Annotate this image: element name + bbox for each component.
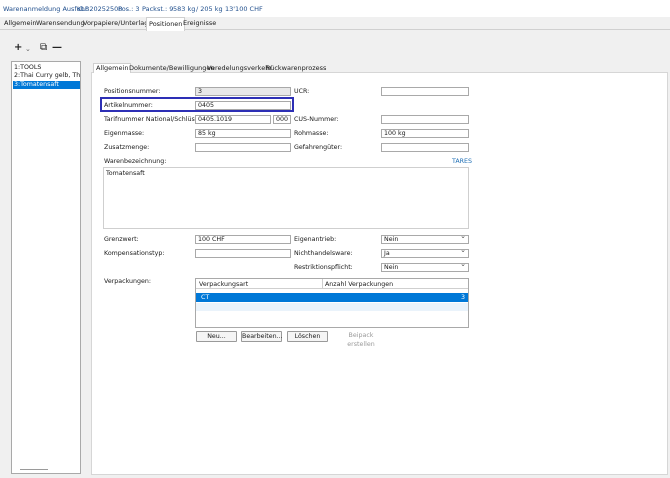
gefahrengueter-field[interactable]: [381, 143, 469, 152]
list-item[interactable]: 1:TOOLS: [13, 64, 80, 72]
nichthandelsware-label: Nichthandelsware:: [294, 250, 353, 257]
zusatzmenge-field[interactable]: [195, 143, 291, 152]
header-bar: Warenanmeldung Ausfuhr KLB20252508 Pos.:…: [0, 0, 670, 17]
main-tab-bar: Allgemein Warensendung Vorpapiere/Unterl…: [0, 17, 670, 31]
artikelnummer-field[interactable]: 0405: [195, 101, 291, 110]
subtab-rueckware[interactable]: Rückwarenprozess: [264, 64, 328, 73]
tab-positionen[interactable]: Positionen: [146, 17, 186, 31]
tares-link[interactable]: TARES: [452, 158, 472, 165]
list-item-selected[interactable]: 3:Tomatensaft: [13, 81, 80, 89]
verpackungen-label: Verpackungen:: [104, 278, 152, 285]
header-title: Warenanmeldung Ausfuhr: [3, 5, 88, 13]
zusatzmenge-label: Zusatzmenge:: [104, 144, 150, 151]
cus-label: CUS-Nummer:: [294, 116, 339, 123]
header-packages: Packst.: 9: [142, 5, 174, 13]
minus-icon[interactable]: —: [52, 43, 62, 53]
eigenmasse-field[interactable]: 85 kg: [195, 129, 291, 138]
rohmasse-field[interactable]: 100 kg: [381, 129, 469, 138]
warenbezeichnung-label: Warenbezeichnung:: [104, 158, 167, 165]
packaging-table-header: Verpackungsart Anzahl Verpackungen: [196, 279, 468, 289]
grenzwert-field[interactable]: 100 CHF: [195, 235, 291, 244]
header-reference: KLB20252508: [77, 5, 123, 13]
tab-ereignisse[interactable]: Ereignisse: [181, 17, 218, 30]
list-item[interactable]: 2:Thai Curry gelb, Thai C: [13, 72, 80, 80]
plus-icon[interactable]: +: [14, 43, 22, 53]
tab-warensendung[interactable]: Warensendung: [34, 17, 87, 30]
new-button[interactable]: Neu...: [196, 331, 237, 342]
tarif-label: Tarifnummer National/Schlüssel:: [104, 116, 206, 123]
header-gross-weight: 583 kg: [173, 5, 196, 13]
table-row[interactable]: CT 3: [196, 293, 468, 302]
copy-icon[interactable]: ⧉: [40, 43, 47, 53]
artikelnummer-label: Artikelnummer:: [104, 102, 153, 109]
restriktionspflicht-select[interactable]: Nein: [381, 263, 469, 272]
edit-button[interactable]: Bearbeiten...: [241, 331, 283, 342]
table-row-empty[interactable]: [196, 303, 468, 311]
grenzwert-label: Grenzwert:: [104, 236, 139, 243]
column-header-anzahl[interactable]: Anzahl Verpackungen: [325, 281, 393, 288]
column-header-verpackungsart[interactable]: Verpackungsart: [199, 281, 248, 288]
header-positions: Pos.: 3: [118, 5, 140, 13]
table-cell-anzahl: 3: [460, 294, 465, 301]
cus-field[interactable]: [381, 115, 469, 124]
list-scrollbar[interactable]: [20, 469, 48, 470]
positionsnummer-field: 3: [195, 87, 291, 96]
schluessel-field[interactable]: 000: [273, 115, 291, 124]
column-divider[interactable]: [322, 279, 323, 289]
detail-panel: [91, 72, 668, 475]
header-net-weight: / 205 kg: [196, 5, 223, 13]
tarifnummer-field[interactable]: 0405.1019: [195, 115, 271, 124]
packaging-table[interactable]: Verpackungsart Anzahl Verpackungen CT 3: [195, 278, 469, 328]
gefahrengueter-label: Gefahrengüter:: [294, 144, 343, 151]
eigenantrieb-label: Eigenantrieb:: [294, 236, 337, 243]
ucr-field[interactable]: [381, 87, 469, 96]
positionsnummer-label: Positionsnummer:: [104, 88, 161, 95]
tab-allgemein[interactable]: Allgemein: [2, 17, 38, 30]
subtab-dokumente[interactable]: Dokumente/Bewilligungen: [127, 64, 216, 73]
kompensationstyp-label: Kompensationstyp:: [104, 250, 165, 257]
eigenmasse-label: Eigenmasse:: [104, 130, 145, 137]
positions-list[interactable]: 1:TOOLS 2:Thai Curry gelb, Thai C 3:Toma…: [11, 61, 81, 474]
rohmasse-label: Rohmasse:: [294, 130, 329, 137]
kompensationstyp-field[interactable]: [195, 249, 291, 258]
subtab-allgemein[interactable]: Allgemein: [93, 63, 132, 73]
warenbezeichnung-textarea[interactable]: Tomatensaft: [103, 167, 469, 229]
nichthandelsware-select[interactable]: Ja: [381, 249, 469, 258]
ucr-label: UCR:: [294, 88, 310, 95]
delete-button[interactable]: Löschen: [287, 331, 328, 342]
beipack-button[interactable]: Beipack erstellen: [334, 331, 388, 348]
chevron-down-icon[interactable]: ⌄: [25, 44, 31, 54]
table-cell-art: CT: [201, 294, 210, 301]
header-value: 13'100 CHF: [225, 5, 263, 13]
restriktionspflicht-label: Restriktionspflicht:: [294, 264, 353, 271]
eigenantrieb-select[interactable]: Nein: [381, 235, 469, 244]
